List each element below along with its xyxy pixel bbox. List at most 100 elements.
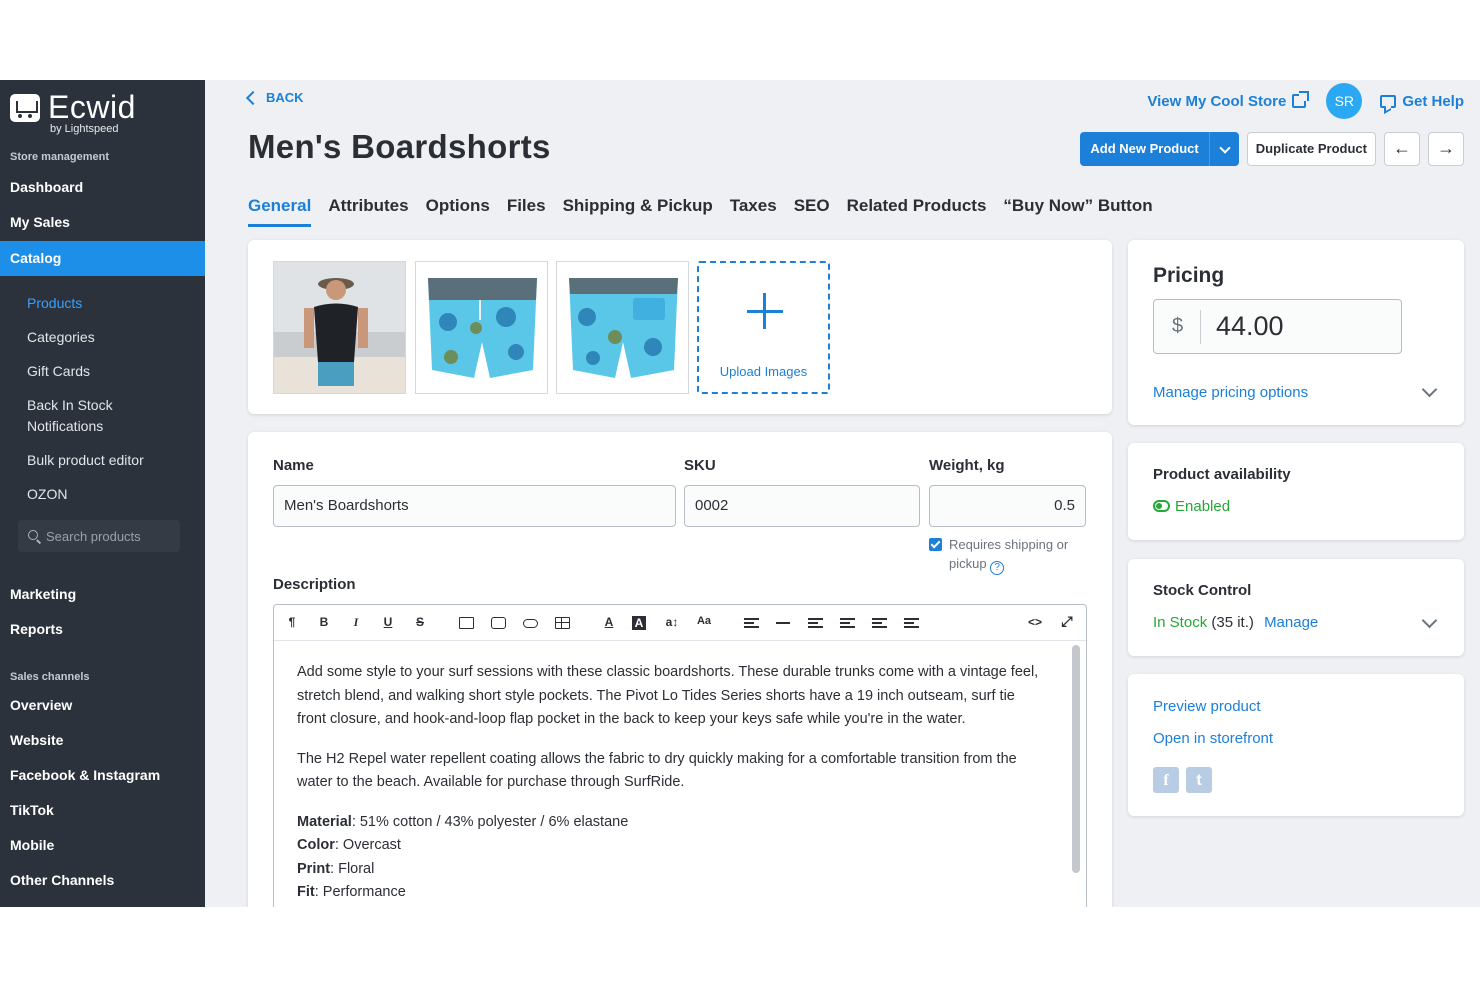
nav-dashboard[interactable]: Dashboard xyxy=(0,170,205,205)
tab-general[interactable]: General xyxy=(248,196,312,227)
preview-product-link[interactable]: Preview product xyxy=(1153,698,1261,715)
add-new-product-label: Add New Product xyxy=(1090,141,1199,156)
product-image-1[interactable] xyxy=(273,261,406,394)
help-icon[interactable]: ? xyxy=(990,561,1005,575)
spec-line: Color: Overcast xyxy=(297,834,1047,858)
price-divider xyxy=(1200,310,1201,344)
nav-gift-cards[interactable]: Gift Cards xyxy=(27,361,197,382)
name-input[interactable]: Men's Boardshorts xyxy=(273,485,676,527)
nav-bulk-editor[interactable]: Bulk product editor xyxy=(27,450,197,471)
requires-shipping-text: Requires shipping or pickup ? xyxy=(949,535,1089,575)
tab-options[interactable]: Options xyxy=(426,196,490,227)
nav-back-in-stock[interactable]: Back In Stock Notifications xyxy=(27,395,137,437)
fullscreen-icon[interactable]: ⤢ xyxy=(1058,613,1076,630)
italic-icon[interactable]: I xyxy=(347,615,365,630)
nav-marketing[interactable]: Marketing xyxy=(0,577,205,612)
add-new-product-button[interactable]: Add New Product xyxy=(1080,132,1239,166)
nav-other-channels[interactable]: Other Channels xyxy=(0,863,205,898)
editor-scrollbar[interactable] xyxy=(1072,645,1080,873)
next-product-button[interactable]: → xyxy=(1428,132,1464,166)
bold-icon[interactable]: B xyxy=(315,615,333,629)
nav-catalog[interactable]: Catalog xyxy=(0,241,205,276)
numbered-list-icon[interactable] xyxy=(840,618,855,628)
nav-overview[interactable]: Overview xyxy=(0,688,205,723)
avatar[interactable]: SR xyxy=(1326,83,1363,119)
paragraph-icon[interactable]: ¶ xyxy=(283,615,301,629)
bullet-list-icon[interactable] xyxy=(808,618,823,628)
description-paragraph-2: The H2 Repel water repellent coating all… xyxy=(297,750,1017,791)
back-link[interactable]: BACK xyxy=(245,90,304,105)
nav-ozon[interactable]: OZON xyxy=(27,484,197,505)
tab-buy-now-button[interactable]: “Buy Now” Button xyxy=(1003,196,1152,227)
spec-key: Material xyxy=(297,813,352,830)
manage-pricing-link[interactable]: Manage pricing options xyxy=(1153,384,1308,401)
stock-status: In Stock (35 it.) Manage xyxy=(1153,614,1318,631)
stock-control-title: Stock Control xyxy=(1153,582,1252,599)
nav-facebook-instagram[interactable]: Facebook & Instagram xyxy=(0,758,205,793)
code-view-icon[interactable]: <> xyxy=(1026,615,1044,629)
font-color-icon[interactable]: A xyxy=(600,615,618,629)
sku-input[interactable]: 0002 xyxy=(684,485,920,527)
video-icon[interactable] xyxy=(491,617,506,629)
strikethrough-icon[interactable]: S xyxy=(411,615,429,629)
link-icon[interactable] xyxy=(523,619,538,628)
app-frame: Ecwid by Lightspeed Store management Das… xyxy=(0,80,1480,907)
price-value: 44.00 xyxy=(1216,311,1284,341)
spec-value: : Performance xyxy=(314,884,406,900)
nav-my-sales[interactable]: My Sales xyxy=(0,205,205,240)
requires-shipping-label: Requires shipping or pickup xyxy=(949,537,1069,571)
description-label: Description xyxy=(273,576,356,593)
chevron-down-icon[interactable] xyxy=(1421,381,1438,398)
text-case-icon[interactable]: Aa xyxy=(695,615,713,627)
twitter-icon[interactable]: t xyxy=(1186,767,1212,793)
duplicate-product-button[interactable]: Duplicate Product xyxy=(1246,132,1376,166)
stock-control-card: Stock Control In Stock (35 it.) Manage xyxy=(1128,559,1464,656)
align-icon[interactable] xyxy=(744,618,759,628)
product-image-2[interactable] xyxy=(415,261,548,394)
product-image-3[interactable] xyxy=(556,261,689,394)
chevron-down-icon[interactable] xyxy=(1421,612,1438,629)
price-input[interactable]: $ 44.00 xyxy=(1153,299,1402,354)
outdent-icon[interactable] xyxy=(872,618,887,628)
horizontal-rule-icon[interactable] xyxy=(776,622,790,624)
nav-mobile[interactable]: Mobile xyxy=(0,828,205,863)
sidebar-search[interactable]: Search products xyxy=(18,520,180,552)
nav-products[interactable]: Products xyxy=(27,293,197,314)
availability-status-label: Enabled xyxy=(1175,498,1231,515)
upload-images-button[interactable]: Upload Images xyxy=(697,261,830,394)
indent-icon[interactable] xyxy=(904,618,919,628)
top-links: View My Cool Store SR Get Help xyxy=(1147,82,1464,120)
nav-reports[interactable]: Reports xyxy=(0,612,205,647)
spec-line: Material: 51% cotton / 43% polyester / 6… xyxy=(297,811,1047,835)
tab-attributes[interactable]: Attributes xyxy=(328,196,408,227)
table-icon[interactable] xyxy=(555,617,570,629)
availability-status[interactable]: Enabled xyxy=(1153,498,1230,515)
chevron-down-icon[interactable] xyxy=(1208,132,1239,166)
get-help-link[interactable]: Get Help xyxy=(1380,93,1464,110)
tab-related-products[interactable]: Related Products xyxy=(847,196,987,227)
description-editor[interactable]: ¶ B I U S A A a↕ Aa <> ⤢ Add some style … xyxy=(273,604,1087,907)
weight-input[interactable]: 0.5 xyxy=(929,485,1086,527)
nav-tiktok[interactable]: TikTok xyxy=(0,793,205,828)
tab-shipping-pickup[interactable]: Shipping & Pickup xyxy=(563,196,713,227)
background-color-icon[interactable]: A xyxy=(632,616,646,630)
spec-line: Print: Floral xyxy=(297,858,1047,882)
facebook-icon[interactable]: f xyxy=(1153,767,1179,793)
nav-website[interactable]: Website xyxy=(0,723,205,758)
tab-files[interactable]: Files xyxy=(507,196,546,227)
sidebar: Ecwid by Lightspeed Store management Das… xyxy=(0,80,205,907)
font-size-icon[interactable]: a↕ xyxy=(663,615,681,629)
open-in-storefront-link[interactable]: Open in storefront xyxy=(1153,730,1273,747)
requires-shipping-checkbox[interactable] xyxy=(929,538,942,551)
tab-taxes[interactable]: Taxes xyxy=(730,196,777,227)
manage-stock-link[interactable]: Manage xyxy=(1264,614,1318,631)
tab-seo[interactable]: SEO xyxy=(794,196,830,227)
preview-card: Preview product Open in storefront f t xyxy=(1128,674,1464,816)
chevron-left-icon xyxy=(245,90,261,105)
underline-icon[interactable]: U xyxy=(379,615,397,629)
section-store-management: Store management xyxy=(10,151,110,163)
prev-product-button[interactable]: ← xyxy=(1384,132,1420,166)
nav-categories[interactable]: Categories xyxy=(27,327,197,348)
image-icon[interactable] xyxy=(459,617,474,629)
view-store-link[interactable]: View My Cool Store xyxy=(1147,91,1310,110)
